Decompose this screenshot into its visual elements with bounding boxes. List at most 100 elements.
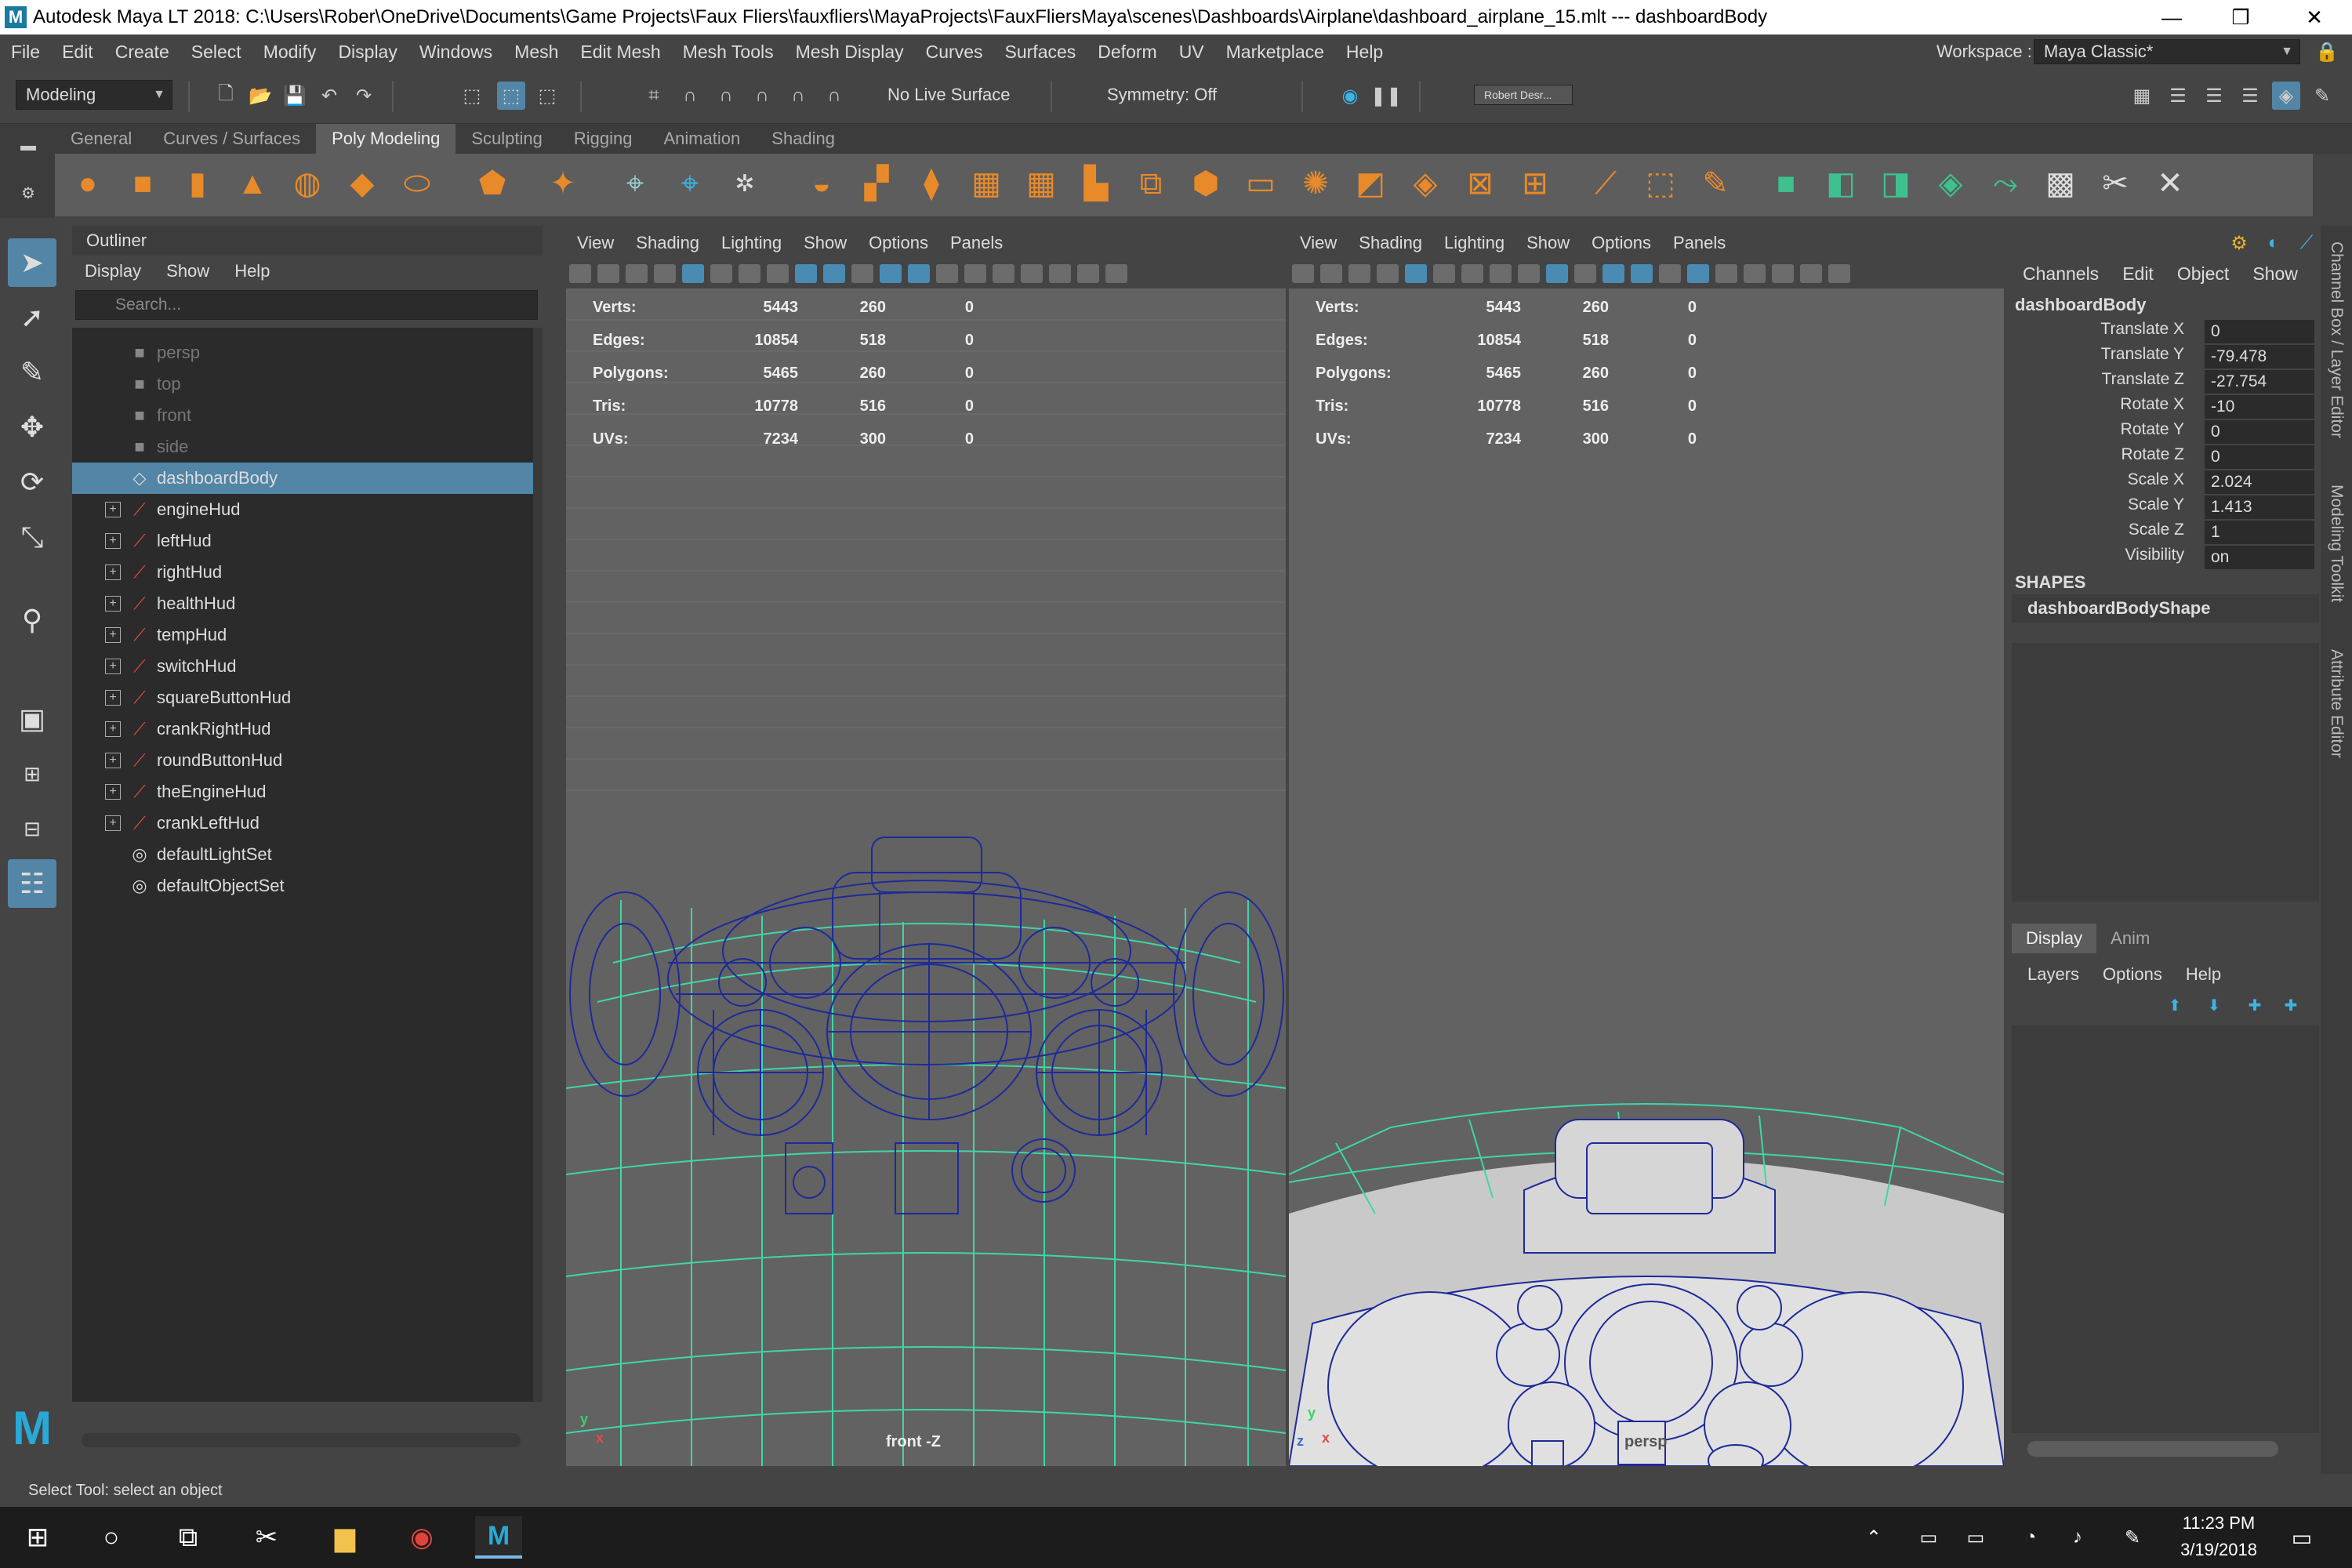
outliner-layout-icon[interactable]: ☷ bbox=[8, 859, 56, 908]
gear-icon[interactable]: ⚙ bbox=[14, 179, 42, 207]
outliner-item-front[interactable]: ■ front bbox=[72, 400, 535, 431]
vp-menu-lighting[interactable]: Lighting bbox=[1433, 233, 1515, 253]
channel-menu-channels[interactable]: Channels bbox=[2023, 263, 2099, 285]
four-view-icon[interactable]: ⊞ bbox=[8, 750, 56, 798]
poly-cone-icon[interactable]: ▲ bbox=[230, 162, 274, 205]
aa-icon[interactable] bbox=[1021, 264, 1043, 283]
channel-menu-edit[interactable]: Edit bbox=[2122, 263, 2154, 285]
combine-icon[interactable]: ◒ bbox=[800, 162, 844, 205]
viewport-front[interactable]: View Shading Lighting Show Options Panel… bbox=[566, 227, 1286, 1466]
outliner-item-side[interactable]: ■ side bbox=[72, 431, 535, 463]
aa-icon[interactable] bbox=[1744, 264, 1766, 283]
symmetry-dropdown[interactable]: Symmetry: Off bbox=[1098, 80, 1270, 110]
channel-value-field[interactable]: -27.754 bbox=[2205, 370, 2314, 394]
dof-icon[interactable] bbox=[1049, 264, 1071, 283]
outliner-item-tempHud[interactable]: + ⟋ tempHud bbox=[72, 619, 535, 651]
merge-icon[interactable]: ◈ bbox=[1403, 162, 1447, 205]
menu-surfaces[interactable]: Surfaces bbox=[994, 42, 1087, 63]
move-layer-up-icon[interactable]: ⬆ bbox=[2161, 991, 2189, 1019]
xray-joints-icon[interactable] bbox=[1631, 264, 1653, 283]
vp-menu-lighting[interactable]: Lighting bbox=[710, 233, 793, 253]
xray-icon[interactable] bbox=[1602, 264, 1624, 283]
menu-display[interactable]: Display bbox=[327, 42, 408, 63]
toggle-tool-icon[interactable]: ✎ bbox=[2308, 82, 2336, 110]
channel-value-field[interactable]: -10 bbox=[2205, 395, 2314, 419]
outliner-hscrollbar[interactable] bbox=[82, 1433, 521, 1447]
snap-point-icon[interactable]: ∩ bbox=[712, 82, 740, 110]
vp-menu-show[interactable]: Show bbox=[1515, 233, 1581, 253]
smooth-icon[interactable]: ▦ bbox=[964, 162, 1008, 205]
shape-node[interactable]: dashboardBodyShape bbox=[2012, 594, 2319, 622]
menu-file[interactable]: File bbox=[0, 42, 51, 63]
outliner-item-defaultObjectSet[interactable]: ◎ defaultObjectSet bbox=[72, 870, 535, 902]
isolate-icon[interactable] bbox=[936, 264, 958, 283]
channel-row[interactable]: Translate Z -27.754 bbox=[2012, 370, 2318, 395]
vp-menu-options[interactable]: Options bbox=[858, 233, 939, 253]
menu-mesh-tools[interactable]: Mesh Tools bbox=[672, 42, 785, 63]
restore-button[interactable]: ❐ bbox=[2203, 0, 2278, 34]
uv-layout-icon[interactable]: ✂ bbox=[2093, 162, 2137, 205]
bevel-icon[interactable]: ⬢ bbox=[1184, 162, 1228, 205]
pause-icon[interactable]: ❚❚ bbox=[1370, 82, 1402, 110]
tab-poly-modeling[interactable]: Poly Modeling bbox=[316, 124, 456, 154]
live-surface-field[interactable]: No Live Surface bbox=[878, 80, 1035, 110]
film-gate-icon[interactable] bbox=[1433, 264, 1455, 283]
uv-cut-icon[interactable]: ✕ bbox=[2148, 162, 2192, 205]
channel-row[interactable]: Rotate X -10 bbox=[2012, 395, 2318, 420]
tab-display[interactable]: Display bbox=[2012, 924, 2097, 953]
fill-hole-icon[interactable]: ▭ bbox=[1239, 162, 1283, 205]
uv-checker-icon[interactable]: ▩ bbox=[2038, 162, 2082, 205]
outliner-item-leftHud[interactable]: + ⟋ leftHud bbox=[72, 525, 535, 557]
new-scene-icon[interactable]: 🗋 bbox=[212, 82, 240, 110]
pen-icon[interactable]: ✎ bbox=[2109, 1516, 2156, 1559]
resolution-gate-icon[interactable] bbox=[1461, 264, 1483, 283]
menu-select[interactable]: Select bbox=[180, 42, 252, 63]
menu-windows[interactable]: Windows bbox=[408, 42, 503, 63]
mode-dropdown[interactable]: Modeling ▼ bbox=[16, 80, 172, 110]
safe-area-icon[interactable] bbox=[1490, 264, 1512, 283]
target-weld-icon[interactable]: ⬚ bbox=[1639, 162, 1682, 205]
paint-select-icon[interactable]: ✎ bbox=[8, 348, 56, 397]
menu-edit[interactable]: Edit bbox=[51, 42, 104, 63]
bookmark-icon[interactable] bbox=[626, 264, 648, 283]
resolution-gate-icon[interactable] bbox=[739, 264, 760, 283]
redo-icon[interactable]: ↷ bbox=[350, 82, 378, 110]
xray-active-icon[interactable] bbox=[1828, 264, 1850, 283]
new-layer-selected-icon[interactable]: ✚ bbox=[2277, 991, 2305, 1019]
grid-icon[interactable] bbox=[1405, 264, 1427, 283]
wifi-icon[interactable]: ◔ bbox=[2007, 1516, 2054, 1559]
expand-icon[interactable]: + bbox=[105, 659, 121, 674]
minimize-button[interactable]: — bbox=[2134, 0, 2209, 34]
outliner-item-top[interactable]: ■ top bbox=[72, 368, 535, 400]
snap-view-icon[interactable]: ∩ bbox=[748, 82, 776, 110]
lights-icon[interactable] bbox=[1574, 264, 1596, 283]
outliner-item-roundButtonHud[interactable]: + ⟋ roundButtonHud bbox=[72, 745, 535, 776]
smooth-shade-icon[interactable] bbox=[1546, 264, 1568, 283]
quad-draw-icon[interactable]: ✎ bbox=[1693, 162, 1737, 205]
tab-modeling-toolkit[interactable]: Modeling Toolkit bbox=[2327, 485, 2346, 602]
expand-icon[interactable]: + bbox=[105, 753, 121, 768]
shadows-icon[interactable] bbox=[964, 264, 986, 283]
vp-menu-panels[interactable]: Panels bbox=[939, 233, 1014, 253]
channel-value-field[interactable]: 0 bbox=[2205, 445, 2314, 469]
snap-grid-icon[interactable]: ⌗ bbox=[640, 82, 668, 110]
dof-icon[interactable] bbox=[1772, 264, 1794, 283]
boolean-icon[interactable]: ◩ bbox=[1348, 162, 1392, 205]
poly-platonic-icon[interactable]: ⬟ bbox=[470, 162, 514, 205]
channel-row[interactable]: Scale Y 1.413 bbox=[2012, 495, 2318, 521]
tab-rigging[interactable]: Rigging bbox=[558, 124, 648, 154]
menu-create[interactable]: Create bbox=[104, 42, 180, 63]
vp-menu-view[interactable]: View bbox=[1289, 233, 1348, 253]
channel-value-field[interactable]: 0 bbox=[2205, 320, 2314, 343]
uv-planar-icon[interactable]: ■ bbox=[1764, 162, 1808, 205]
expand-icon[interactable]: + bbox=[105, 784, 121, 800]
workspace-dropdown[interactable]: Maya Classic* ▼ bbox=[2034, 39, 2300, 64]
xray-active-icon[interactable] bbox=[1105, 264, 1127, 283]
tab-general[interactable]: General bbox=[55, 124, 147, 154]
volume-icon[interactable]: ♪ bbox=[2054, 1516, 2101, 1559]
ao-icon[interactable] bbox=[1715, 264, 1737, 283]
outliner-item-engineHud[interactable]: + ⟋ engineHud bbox=[72, 494, 535, 525]
poly-disc-icon[interactable]: ⬭ bbox=[395, 162, 439, 205]
tab-sculpting[interactable]: Sculpting bbox=[456, 124, 558, 154]
outliner-menu-help[interactable]: Help bbox=[222, 261, 282, 281]
